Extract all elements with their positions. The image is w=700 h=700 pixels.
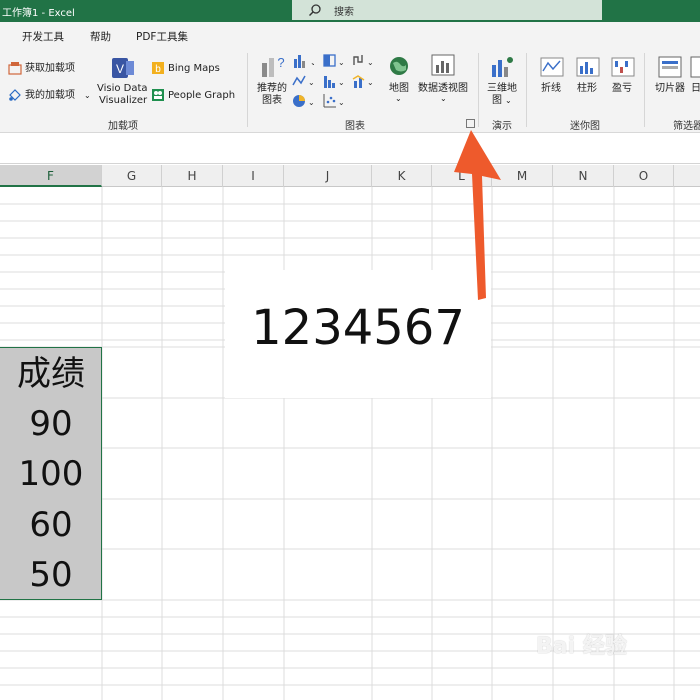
excel-window: 工作簿1 - Excel 搜索 开发工具 帮助 PDF工具集 获取加载项 我的加…: [0, 0, 700, 700]
annotation-arrow: [454, 130, 501, 300]
watermark: Bai 经验: [536, 634, 627, 659]
